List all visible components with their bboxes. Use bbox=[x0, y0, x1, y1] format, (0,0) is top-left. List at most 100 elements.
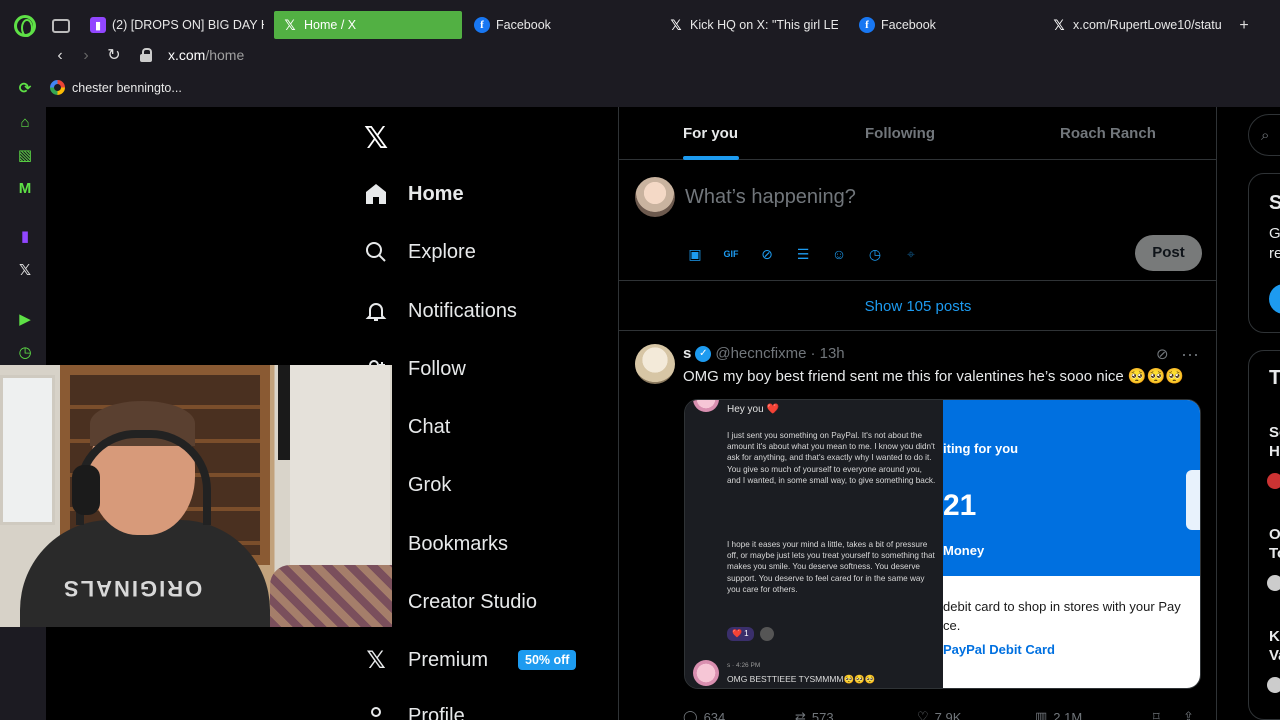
search-icon bbox=[364, 240, 388, 264]
tab-roach-ranch[interactable]: Roach Ranch bbox=[1060, 125, 1156, 142]
x-icon: 𝕏 bbox=[1053, 16, 1065, 33]
tab-rupertlowe[interactable]: 𝕏 x.com/RupertLowe10/statu bbox=[1043, 11, 1225, 39]
compose-input[interactable]: What’s happening? bbox=[685, 186, 856, 209]
tweet-author-name[interactable]: s bbox=[683, 345, 691, 362]
nav-profile[interactable]: Profile bbox=[364, 704, 465, 720]
news-icon[interactable]: ▧ bbox=[16, 147, 34, 165]
tab-label: Home / X bbox=[304, 18, 357, 32]
post-button[interactable]: Post bbox=[1135, 235, 1202, 271]
tab-label: Kick HQ on X: "This girl LE bbox=[690, 18, 838, 32]
gaming-controller-icon[interactable] bbox=[52, 19, 70, 33]
bookmark-button[interactable]: ⌑ bbox=[1153, 709, 1160, 720]
views-button[interactable]: ▥ 2.1M bbox=[1035, 709, 1082, 720]
tab-kick-hq[interactable]: 𝕏 Kick HQ on X: "This girl LE bbox=[660, 11, 838, 39]
card-icon bbox=[1186, 470, 1200, 530]
tweet-header: s ✓ @hecncfixme · 13h bbox=[683, 345, 845, 362]
twitch-icon: ▮ bbox=[90, 17, 106, 33]
nav-home[interactable]: Home bbox=[364, 182, 464, 206]
bookmark-label: chester benningto... bbox=[72, 80, 182, 95]
tweet-media[interactable]: Hey you ❤️ I just sent you something on … bbox=[684, 399, 1201, 689]
profile-icon bbox=[364, 704, 388, 720]
subscribe-button[interactable] bbox=[1269, 284, 1280, 314]
trend-thumbnail bbox=[1267, 677, 1280, 693]
nav-label: Notifications bbox=[408, 299, 517, 322]
tab-x-home[interactable]: 𝕏 Home / X bbox=[274, 11, 462, 39]
tab-label: Facebook bbox=[496, 18, 551, 32]
compose-box: What’s happening? ▣ GIF ⊘ ☰ ☺ ◷ ⌖ Post bbox=[619, 161, 1217, 281]
x-logo-icon[interactable]: 𝕏 bbox=[364, 121, 388, 156]
share-icon: ⇪ bbox=[1183, 709, 1194, 720]
nav-label: Profile bbox=[408, 704, 465, 720]
trend-thumbnail bbox=[1267, 473, 1280, 489]
tab-for-you[interactable]: For you bbox=[683, 125, 738, 142]
speed-dial-icon[interactable]: ⟳ bbox=[16, 80, 34, 98]
like-button[interactable]: ♡ 7.9K bbox=[917, 709, 961, 720]
trend-2-line-2[interactable]: To bbox=[1269, 544, 1280, 564]
tab-twitch[interactable]: ▮ (2) [DROPS ON] BIG DAY H bbox=[82, 11, 264, 39]
trend-1-line-2[interactable]: Ho bbox=[1269, 442, 1280, 462]
messenger-icon[interactable]: M bbox=[16, 180, 34, 198]
subscribe-box: S G re bbox=[1248, 173, 1280, 333]
history-icon[interactable]: ◷ bbox=[16, 344, 34, 362]
search-icon: ⌕ bbox=[1261, 127, 1270, 144]
streamer-shirt bbox=[20, 520, 270, 627]
emoji-icon[interactable]: ☺ bbox=[829, 244, 849, 264]
tab-bar: ▮ (2) [DROPS ON] BIG DAY H 𝕏 Home / X f … bbox=[0, 4, 1280, 40]
trend-1-line-1[interactable]: So bbox=[1269, 423, 1280, 443]
share-button[interactable]: ⇪ bbox=[1183, 709, 1194, 720]
bag-icon[interactable]: ⌂ bbox=[16, 114, 34, 132]
tweet-author-handle[interactable]: @hecncfixme bbox=[715, 345, 806, 362]
nav-premium[interactable]: 𝕏 Premium 50% off bbox=[364, 647, 577, 674]
trends-title: To bbox=[1269, 367, 1280, 389]
bookmark-item[interactable]: chester benningto... bbox=[50, 80, 182, 95]
gif-icon[interactable]: GIF bbox=[721, 244, 741, 264]
twitch-sidebar-icon[interactable]: ▮ bbox=[16, 228, 34, 246]
back-icon[interactable]: ‹ bbox=[50, 46, 70, 66]
tab-facebook[interactable]: f Facebook bbox=[466, 11, 648, 39]
poll-icon[interactable]: ☰ bbox=[793, 244, 813, 264]
paypal-waiting: iting for you bbox=[943, 441, 1019, 456]
tab-following[interactable]: Following bbox=[865, 125, 935, 142]
nav-label: Creator Studio bbox=[408, 590, 537, 613]
url-path: /home bbox=[205, 47, 245, 63]
timeline-tabs: For you Following Roach Ranch bbox=[619, 107, 1217, 160]
tab-facebook-2[interactable]: f Facebook bbox=[851, 11, 1033, 39]
nav-notifications[interactable]: Notifications bbox=[364, 299, 517, 323]
player-icon[interactable]: ▶ bbox=[16, 311, 34, 329]
paypal-money: Money bbox=[943, 543, 985, 558]
show-posts-link[interactable]: Show 105 posts bbox=[619, 282, 1217, 331]
nav-label: Home bbox=[408, 182, 464, 205]
premium-badge: 50% off bbox=[518, 650, 577, 670]
webcam-blanket bbox=[270, 565, 392, 627]
image-icon[interactable]: ▣ bbox=[685, 244, 705, 264]
avatar[interactable] bbox=[635, 344, 675, 384]
reply-button[interactable]: ◯ 634 bbox=[683, 709, 725, 720]
tab-label: x.com/RupertLowe10/statu bbox=[1073, 18, 1222, 32]
forward-icon[interactable]: › bbox=[76, 46, 96, 66]
reload-icon[interactable]: ↻ bbox=[104, 46, 124, 66]
grok-icon[interactable]: ⊘ bbox=[757, 244, 777, 264]
trend-3-line-2[interactable]: Va bbox=[1269, 646, 1280, 666]
lock-icon[interactable] bbox=[140, 48, 152, 62]
trend-3-line-1[interactable]: Ki bbox=[1269, 627, 1280, 647]
grok-explain-icon[interactable]: ⊘ bbox=[1156, 345, 1169, 363]
more-options-icon[interactable]: ··· bbox=[1181, 344, 1199, 365]
nav-explore[interactable]: Explore bbox=[364, 240, 476, 264]
bookmark-icon: ⌑ bbox=[1153, 709, 1160, 720]
location-icon[interactable]: ⌖ bbox=[901, 244, 921, 264]
schedule-icon[interactable]: ◷ bbox=[865, 244, 885, 264]
url-field[interactable]: x.com/home bbox=[168, 47, 244, 63]
repost-button[interactable]: ⇄ 573 bbox=[795, 709, 834, 720]
avatar[interactable] bbox=[635, 177, 675, 217]
new-tab-icon[interactable]: + bbox=[1236, 18, 1252, 34]
x-icon: 𝕏 bbox=[284, 16, 296, 33]
nav-label: Explore bbox=[408, 240, 476, 263]
x-sidebar-icon[interactable]: 𝕏 bbox=[16, 262, 34, 280]
trend-2-line-1[interactable]: Ol bbox=[1269, 525, 1280, 545]
paypal-screenshot: iting for you 21 Money debit card to sho… bbox=[943, 400, 1200, 688]
tweet[interactable]: s ✓ @hecncfixme · 13h ⊘ ··· OMG my boy b… bbox=[619, 332, 1217, 720]
opera-logo-icon[interactable] bbox=[14, 15, 36, 37]
tweet-time[interactable]: · 13h bbox=[810, 345, 844, 362]
search-input[interactable]: ⌕ bbox=[1248, 114, 1280, 156]
paypal-banner: iting for you 21 Money bbox=[943, 400, 1200, 576]
